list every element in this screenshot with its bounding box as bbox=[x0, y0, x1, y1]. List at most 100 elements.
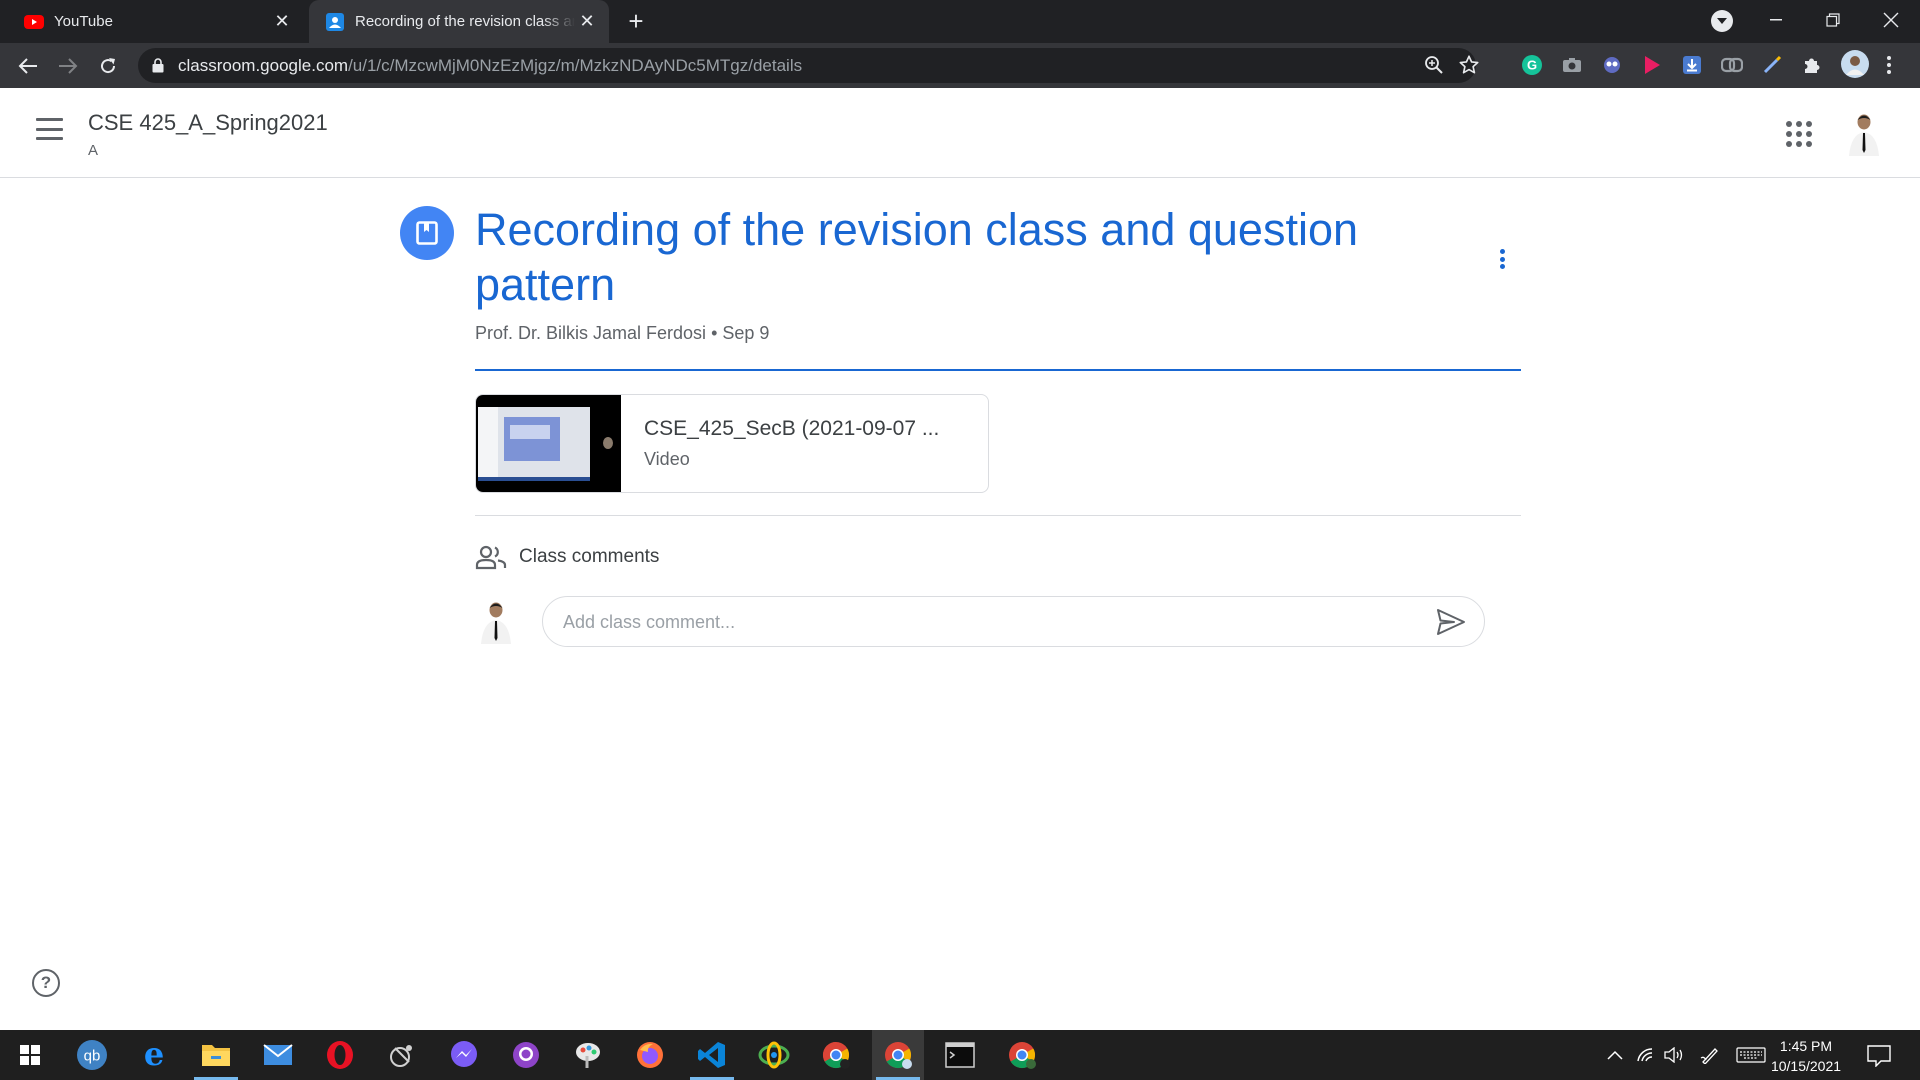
tray-chevron-up-icon[interactable] bbox=[1604, 1045, 1626, 1065]
volume-icon[interactable] bbox=[1663, 1045, 1685, 1065]
tab-classroom[interactable]: Recording of the revision class and ques… bbox=[309, 0, 609, 43]
close-icon[interactable]: ✕ bbox=[270, 10, 294, 34]
zoom-icon[interactable] bbox=[1424, 55, 1444, 75]
tab-title: YouTube bbox=[54, 13, 113, 30]
book-icon bbox=[400, 206, 454, 260]
user-avatar bbox=[475, 598, 517, 644]
help-icon[interactable]: ? bbox=[32, 969, 60, 997]
title-divider bbox=[475, 369, 1521, 371]
keyboard-icon[interactable] bbox=[1735, 1045, 1767, 1065]
camera-icon[interactable] bbox=[1560, 53, 1584, 77]
taskbar-file-explorer[interactable] bbox=[190, 1030, 242, 1080]
taskbar-clock[interactable]: 1:45 PM 10/15/2021 bbox=[1766, 1036, 1846, 1076]
pen-workspace-icon[interactable] bbox=[1699, 1045, 1721, 1065]
chevron-down-icon bbox=[1717, 18, 1727, 24]
opera-icon bbox=[327, 1041, 353, 1069]
wifi-icon[interactable] bbox=[1635, 1045, 1657, 1065]
grammarly-icon[interactable]: G bbox=[1520, 53, 1544, 77]
video-thumbnail bbox=[476, 395, 621, 492]
google-apps-icon[interactable] bbox=[1786, 121, 1812, 147]
restore-icon bbox=[1826, 13, 1840, 27]
pen-icon[interactable] bbox=[1760, 53, 1784, 77]
notifications-icon[interactable] bbox=[1866, 1044, 1892, 1068]
reload-icon bbox=[101, 58, 116, 74]
terminal-icon bbox=[945, 1042, 975, 1068]
windows-taskbar: qb e 1:45 PM 10/15/2021 bbox=[0, 1030, 1920, 1080]
class-comments-header: Class comments bbox=[475, 543, 659, 571]
classroom-header: CSE 425_A_Spring2021 A bbox=[0, 88, 1920, 178]
palette-icon bbox=[576, 1043, 600, 1068]
main-menu-icon[interactable] bbox=[36, 118, 63, 140]
taskbar-messenger[interactable] bbox=[438, 1030, 490, 1080]
browser-tab-bar: YouTube ✕ Recording of the revision clas… bbox=[0, 0, 1920, 43]
arrow-right-icon bbox=[59, 58, 78, 74]
taskbar-edge[interactable]: e bbox=[128, 1030, 180, 1080]
material-title: Recording of the revision class and ques… bbox=[475, 204, 1359, 310]
class-title[interactable]: CSE 425_A_Spring2021 bbox=[88, 110, 328, 136]
class-comment-input[interactable] bbox=[563, 609, 1383, 635]
close-window-button[interactable] bbox=[1868, 0, 1914, 40]
reload-button[interactable] bbox=[93, 51, 123, 81]
taskbar-qbittorrent[interactable]: qb bbox=[66, 1030, 118, 1080]
mail-icon bbox=[263, 1044, 293, 1065]
taskbar-github-desktop[interactable] bbox=[500, 1030, 552, 1080]
download-icon[interactable] bbox=[1680, 53, 1704, 77]
taskbar-app-satellite[interactable] bbox=[376, 1030, 428, 1080]
windows-icon bbox=[20, 1045, 40, 1065]
classroom-icon bbox=[325, 12, 345, 32]
taskbar-chrome-profile-1[interactable] bbox=[810, 1030, 862, 1080]
send-icon[interactable] bbox=[1436, 608, 1466, 636]
meta-separator: • bbox=[711, 323, 718, 343]
lock-icon bbox=[152, 58, 164, 73]
url-host: classroom.google.com bbox=[178, 56, 349, 75]
puzzle-icon[interactable] bbox=[1800, 53, 1824, 77]
satellite-icon bbox=[390, 1045, 412, 1067]
link-icon[interactable] bbox=[1720, 53, 1744, 77]
minimize-button[interactable] bbox=[1753, 0, 1799, 40]
material-meta: Prof. Dr. Bilkis Jamal Ferdosi • Sep 9 bbox=[475, 323, 769, 344]
tab-search-button[interactable] bbox=[1711, 10, 1733, 32]
people-icon bbox=[475, 545, 507, 570]
comment-input-box[interactable] bbox=[542, 596, 1485, 647]
more-options-icon[interactable] bbox=[1490, 247, 1514, 271]
video-attachment-card[interactable]: CSE_425_SecB (2021-09-07 ... Video bbox=[475, 394, 989, 493]
chrome-icon bbox=[885, 1042, 912, 1069]
chrome-icon bbox=[822, 1041, 850, 1069]
class-comments-heading: Class comments bbox=[519, 546, 660, 567]
play-icon[interactable] bbox=[1640, 53, 1664, 77]
taskbar-terminal[interactable] bbox=[934, 1030, 986, 1080]
qbittorrent-icon: qb bbox=[77, 1040, 107, 1070]
tab-youtube[interactable]: YouTube ✕ bbox=[0, 0, 304, 43]
url-path: /u/1/c/MzcwMjM0NzEzMjgz/m/MzkzNDAyNDc5MT… bbox=[348, 56, 803, 75]
new-tab-button[interactable]: + bbox=[622, 7, 650, 35]
attachment-title: CSE_425_SecB (2021-09-07 ... bbox=[644, 417, 940, 440]
edge-icon: e bbox=[144, 1040, 164, 1070]
close-icon bbox=[1883, 12, 1899, 28]
account-avatar[interactable] bbox=[1843, 110, 1885, 156]
minimize-icon bbox=[1770, 19, 1782, 21]
taskbar-mail[interactable] bbox=[252, 1030, 304, 1080]
url-text[interactable]: classroom.google.com/u/1/c/MzcwMjM0NzEzM… bbox=[178, 56, 802, 76]
taskbar-paint[interactable] bbox=[562, 1030, 614, 1080]
profile-avatar[interactable] bbox=[1841, 50, 1869, 78]
post-date: Sep 9 bbox=[722, 323, 770, 343]
forward-button[interactable] bbox=[53, 51, 83, 81]
start-button[interactable] bbox=[4, 1030, 56, 1080]
extension-icon[interactable] bbox=[1600, 53, 1624, 77]
firefox-icon bbox=[637, 1042, 663, 1068]
taskbar-firefox[interactable] bbox=[624, 1030, 676, 1080]
browser-menu-icon[interactable] bbox=[1882, 53, 1896, 77]
class-section: A bbox=[88, 142, 99, 159]
taskbar-vscode[interactable] bbox=[686, 1030, 738, 1080]
restore-button[interactable] bbox=[1810, 0, 1856, 40]
back-button[interactable] bbox=[13, 51, 43, 81]
taskbar-chrome-profile-2[interactable] bbox=[872, 1030, 924, 1080]
taskbar-opera[interactable] bbox=[314, 1030, 366, 1080]
taskbar-app-globe[interactable] bbox=[748, 1030, 800, 1080]
address-bar[interactable]: classroom.google.com/u/1/c/MzcwMjM0NzEzM… bbox=[138, 48, 1479, 83]
close-icon[interactable]: ✕ bbox=[575, 10, 599, 34]
bookmark-star-icon[interactable] bbox=[1458, 54, 1480, 76]
arrow-left-icon bbox=[18, 58, 37, 74]
attachment-type: Video bbox=[644, 449, 690, 469]
taskbar-chrome-profile-3[interactable] bbox=[996, 1030, 1048, 1080]
